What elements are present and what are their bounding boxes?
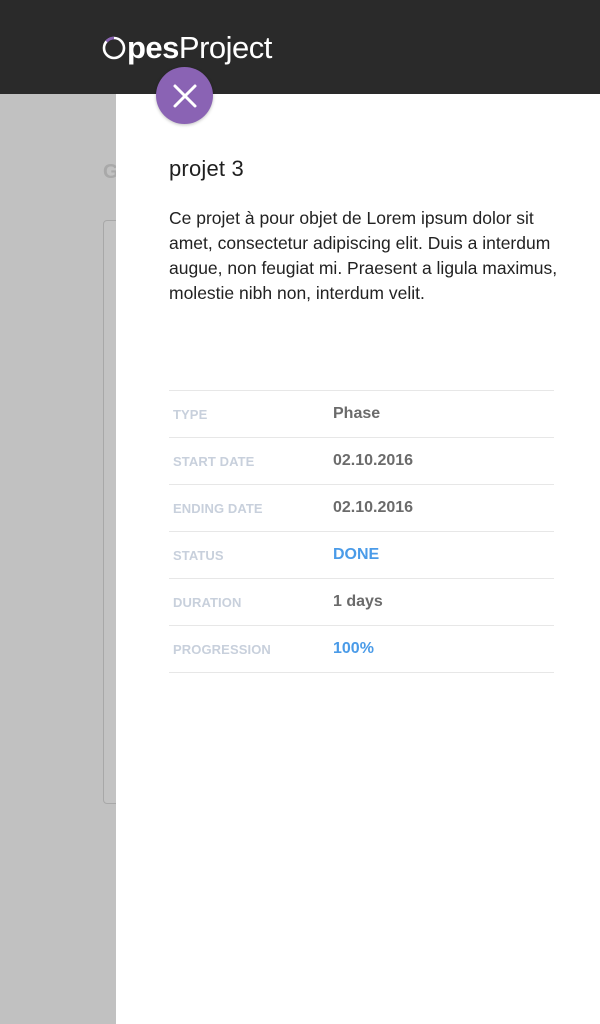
details-row-start-date: START DATE 02.10.2016 [169, 437, 554, 485]
logo-o-icon [102, 36, 126, 60]
details-label: START DATE [173, 453, 255, 469]
details-label: PROGRESSION [173, 641, 271, 657]
details-value: 02.10.2016 [333, 452, 414, 469]
details-label: DURATION [173, 594, 242, 610]
details-label: STATUS [173, 547, 224, 563]
details-row-duration: DURATION 1 days [169, 578, 554, 626]
details-row-ending-date: ENDING DATE 02.10.2016 [169, 484, 554, 532]
details-value: 1 days [333, 593, 383, 610]
logo-text-bold: pes [127, 30, 179, 65]
project-details-table: TYPE Phase START DATE 02.10.2016 ENDING … [169, 390, 554, 673]
details-label: TYPE [173, 406, 208, 422]
details-row-status: STATUS DONE [169, 531, 554, 579]
logo-text-light: Project [178, 30, 272, 65]
close-panel-button[interactable] [156, 67, 213, 124]
details-value: 02.10.2016 [333, 499, 414, 516]
project-title: projet 3 [169, 156, 244, 181]
close-icon [173, 84, 196, 107]
project-description: Ce projet à pour objet de Lorem ipsum do… [169, 208, 558, 303]
app-logo[interactable]: pes Project [102, 30, 272, 66]
status-value: DONE [333, 546, 380, 563]
top-bar: pes Project [0, 0, 600, 94]
details-row-type: TYPE Phase [169, 390, 554, 438]
details-row-progression: PROGRESSION 100% [169, 625, 554, 673]
progression-value: 100% [333, 640, 374, 657]
details-label: ENDING DATE [173, 500, 263, 516]
details-value: Phase [333, 405, 381, 422]
